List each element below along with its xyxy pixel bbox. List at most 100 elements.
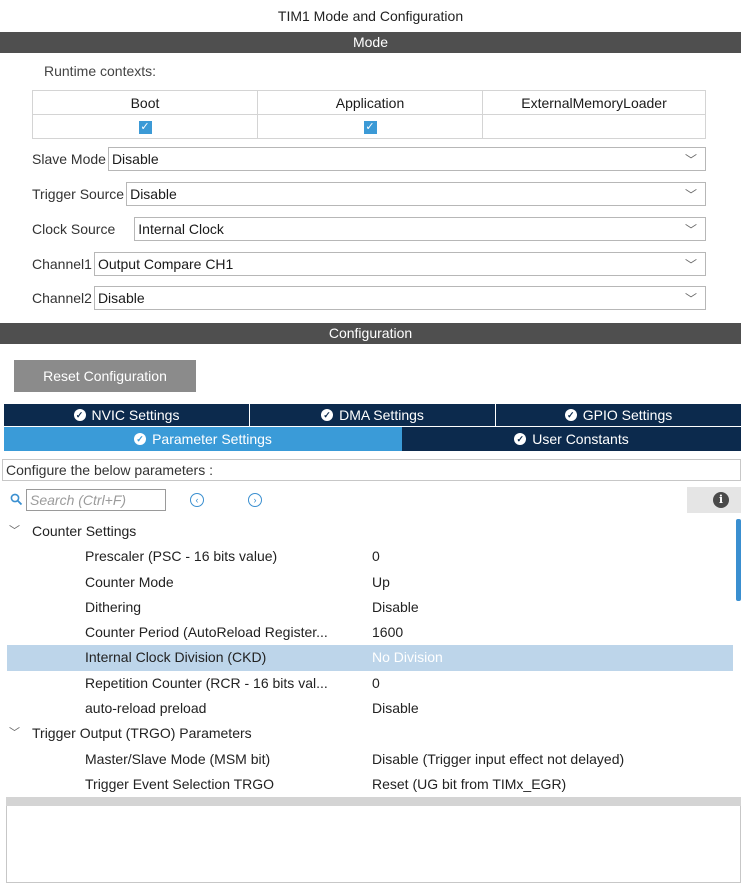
configuration-header: Configuration (0, 323, 741, 344)
check-circle-icon: ✓ (73, 409, 86, 421)
param-value[interactable]: Disable (372, 595, 419, 620)
settings-tabs-row1: ✓ NVIC Settings ✓ DMA Settings ✓ GPIO Se… (4, 404, 741, 426)
clock-source-select[interactable]: Internal Clock ﹀ (134, 217, 706, 241)
channel2-row: Channel2 Disable ﹀ (32, 285, 706, 311)
configure-instructions: Configure the below parameters : (2, 459, 741, 481)
check-circle-icon: ✓ (514, 433, 527, 445)
scrollbar-thumb[interactable] (736, 519, 741, 601)
check-circle-icon: ✓ (134, 433, 147, 445)
context-externalmemoryloader-checkbox[interactable] (482, 114, 706, 139)
slave-mode-select[interactable]: Disable ﹀ (107, 147, 706, 171)
param-value[interactable]: 1600 (372, 620, 403, 645)
chevron-down-icon: ﹀ (684, 292, 697, 306)
pane-splitter[interactable] (6, 797, 741, 806)
group-trigger-output[interactable]: ﹀ Trigger Output (TRGO) Parameters (0, 721, 741, 746)
chevron-down-icon: ﹀ (684, 188, 697, 202)
param-value[interactable]: 0 (372, 544, 380, 569)
param-row[interactable]: Counter Mode Up (0, 570, 741, 595)
param-row[interactable]: auto-reload preload Disable (0, 696, 741, 721)
trigger-source-row: Trigger Source Disable ﹀ (32, 181, 706, 207)
param-value[interactable]: No Division (372, 645, 443, 670)
arrow-left-circle-icon[interactable]: ‹ (190, 493, 204, 507)
param-row[interactable]: Dithering Disable (0, 595, 741, 620)
param-value[interactable]: Disable (372, 696, 419, 721)
param-name: Counter Period (AutoReload Register... (85, 624, 328, 641)
param-value[interactable]: Up (372, 570, 390, 595)
tab-dma-settings-label: DMA Settings (339, 407, 424, 423)
clock-source-label: Clock Source (32, 221, 116, 237)
tab-gpio-settings[interactable]: ✓ GPIO Settings (496, 404, 741, 426)
tab-user-constants[interactable]: ✓ User Constants (402, 427, 741, 451)
group-name: Counter Settings (32, 523, 137, 539)
param-value[interactable]: Disable (Trigger input effect not delaye… (372, 747, 624, 772)
slave-mode-label: Slave Mode (32, 151, 106, 167)
param-row[interactable]: Master/Slave Mode (MSM bit) Disable (Tri… (0, 747, 741, 772)
context-application-checkbox[interactable]: ✓ (363, 121, 377, 135)
context-externalmemoryloader-label: ExternalMemoryLoader (482, 90, 706, 115)
chevron-down-icon: ﹀ (684, 153, 697, 167)
param-name: Prescaler (PSC - 16 bits value) (85, 548, 278, 565)
mode-panel: Runtime contexts: Boot Application Exter… (0, 53, 741, 323)
channel1-value: Output Compare CH1 (97, 256, 234, 272)
param-name: Internal Clock Division (CKD) (85, 649, 267, 666)
chevron-down-icon[interactable]: ﹀ (9, 519, 20, 544)
group-counter-settings[interactable]: ﹀ Counter Settings (0, 519, 741, 544)
description-pane (6, 806, 741, 883)
check-circle-icon: ✓ (321, 409, 334, 421)
param-row[interactable]: Repetition Counter (RCR - 16 bits val...… (0, 671, 741, 696)
tab-gpio-settings-label: GPIO Settings (582, 407, 673, 423)
tab-user-constants-label: User Constants (532, 431, 629, 447)
param-value[interactable]: Reset (UG bit from TIMx_EGR) (372, 772, 566, 797)
tab-parameter-settings[interactable]: ✓ Parameter Settings (4, 427, 402, 451)
tab-parameter-settings-label: Parameter Settings (152, 431, 272, 447)
param-name: Master/Slave Mode (MSM bit) (85, 750, 271, 767)
tab-dma-settings[interactable]: ✓ DMA Settings (250, 404, 496, 426)
mode-header: Mode (0, 32, 741, 53)
param-name: Trigger Event Selection TRGO (85, 775, 275, 792)
channel2-select[interactable]: Disable ﹀ (93, 286, 706, 310)
info-icon[interactable]: i (713, 492, 729, 508)
param-name: Repetition Counter (RCR - 16 bits val... (85, 674, 328, 691)
trigger-source-value: Disable (130, 186, 177, 202)
clock-source-value: Internal Clock (138, 221, 224, 237)
settings-tabs-row2: ✓ Parameter Settings ✓ User Constants (4, 427, 741, 451)
chevron-down-icon[interactable]: ﹀ (9, 721, 20, 746)
clock-source-row: Clock Source Internal Clock ﹀ (32, 216, 706, 242)
trigger-source-label: Trigger Source (32, 186, 125, 202)
param-name: Dithering (85, 598, 142, 615)
slave-mode-row: Slave Mode Disable ﹀ (32, 146, 706, 172)
channel1-label: Channel1 (32, 256, 92, 272)
param-name: Counter Mode (85, 573, 174, 590)
context-boot-label: Boot (32, 90, 258, 115)
chevron-down-icon: ﹀ (684, 223, 697, 237)
search-input[interactable]: Search (Ctrl+F) (26, 489, 166, 511)
param-row[interactable]: Counter Period (AutoReload Register... 1… (0, 620, 741, 645)
tab-nvic-settings[interactable]: ✓ NVIC Settings (4, 404, 250, 426)
context-application-label: Application (257, 90, 483, 115)
channel1-row: Channel1 Output Compare CH1 ﹀ (32, 251, 706, 277)
channel1-select[interactable]: Output Compare CH1 ﹀ (93, 252, 706, 276)
param-row[interactable]: Prescaler (PSC - 16 bits value) 0 (0, 544, 741, 569)
group-name: Trigger Output (TRGO) Parameters (32, 725, 252, 742)
channel2-value: Disable (97, 290, 145, 306)
parameter-tree: ﹀ Counter Settings Prescaler (PSC - 16 b… (0, 519, 741, 797)
vertical-scrollbar[interactable] (733, 519, 741, 797)
param-value[interactable]: 0 (372, 671, 380, 696)
channel2-label: Channel2 (32, 290, 92, 306)
trigger-source-select[interactable]: Disable ﹀ (126, 182, 706, 206)
chevron-down-icon: ﹀ (684, 258, 697, 272)
info-area: i (687, 487, 741, 513)
search-icon (10, 493, 23, 506)
param-name: auto-reload preload (85, 700, 207, 717)
runtime-contexts-label: Runtime contexts: (44, 63, 157, 79)
search-toolbar: Search (Ctrl+F) ‹ › i (0, 487, 741, 513)
slave-mode-value: Disable (111, 151, 159, 167)
context-boot-checkbox[interactable]: ✓ (138, 121, 152, 135)
param-row-selected[interactable]: Internal Clock Division (CKD) No Divisio… (7, 645, 733, 671)
param-row[interactable]: Trigger Event Selection TRGO Reset (UG b… (0, 772, 741, 797)
tab-nvic-settings-label: NVIC Settings (91, 407, 180, 423)
arrow-right-circle-icon[interactable]: › (248, 493, 262, 507)
runtime-contexts-table: Boot Application ExternalMemoryLoader ✓ … (32, 90, 706, 139)
reset-configuration-button[interactable]: Reset Configuration (14, 360, 196, 392)
window-title: TIM1 Mode and Configuration (277, 8, 464, 24)
